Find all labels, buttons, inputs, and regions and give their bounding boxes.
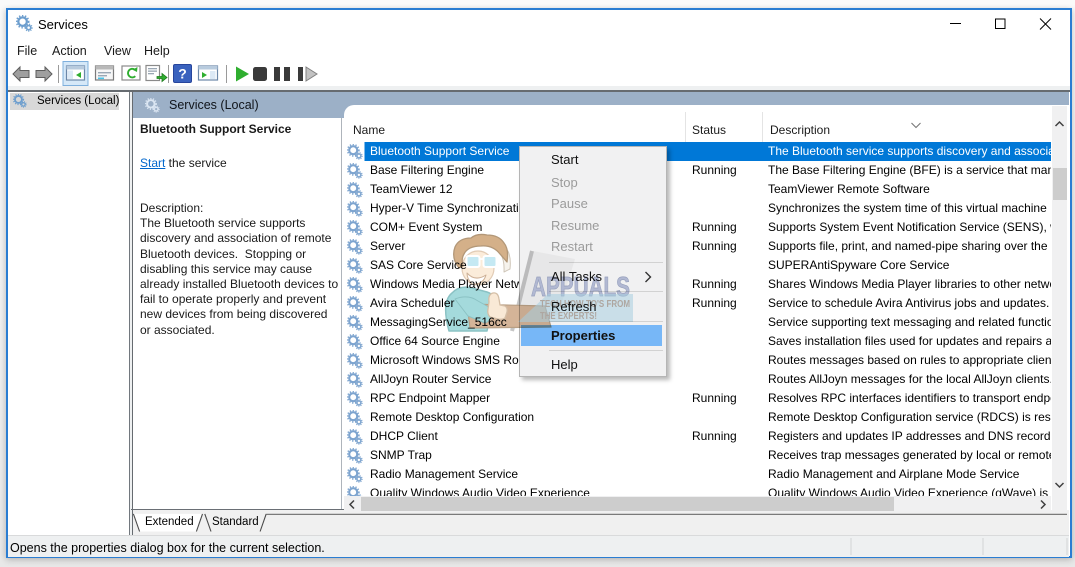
svg-text:?: ? [178,66,187,82]
